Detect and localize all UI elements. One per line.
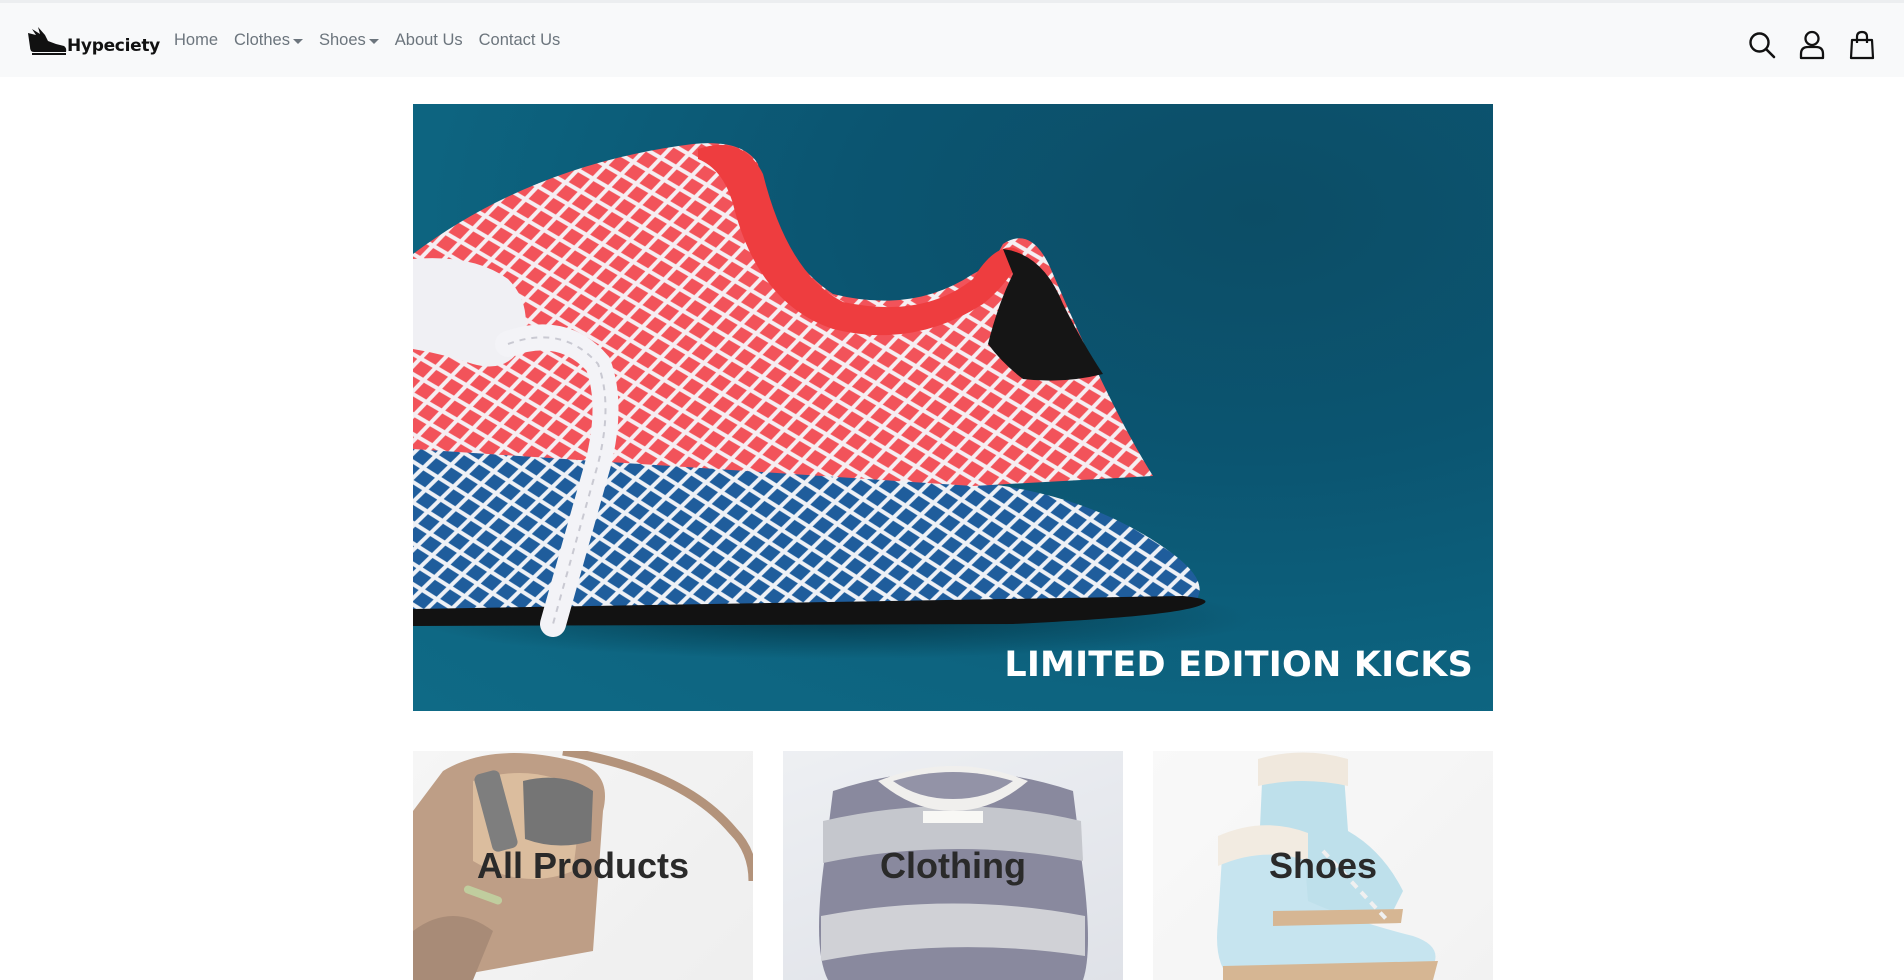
brand-name: Hypeciety bbox=[67, 36, 160, 56]
sneaker-image bbox=[413, 143, 1253, 659]
winged-shoe-icon bbox=[28, 27, 67, 55]
chevron-down-icon bbox=[292, 39, 303, 44]
category-label: Shoes bbox=[1268, 845, 1378, 886]
account-button[interactable] bbox=[1797, 29, 1827, 61]
category-clothing[interactable]: Clothing bbox=[783, 751, 1123, 980]
cart-button[interactable] bbox=[1847, 29, 1877, 61]
brand-home-link[interactable]: Hypeciety bbox=[26, 25, 160, 59]
nav-item-contact[interactable]: Contact Us bbox=[479, 31, 561, 50]
category-label: Clothing bbox=[880, 845, 1026, 886]
hero-banner[interactable]: LIMITED EDITION KICKS bbox=[413, 104, 1493, 711]
category-label: All Products bbox=[476, 845, 690, 886]
nav-item-label: About Us bbox=[394, 31, 463, 49]
chevron-down-icon bbox=[368, 39, 379, 44]
nav-item-label: Shoes bbox=[318, 31, 366, 49]
user-icon bbox=[1799, 30, 1825, 60]
nav-item-shoes[interactable]: Shoes bbox=[319, 31, 379, 50]
nav-item-label: Clothes bbox=[234, 31, 290, 49]
nav-item-home[interactable]: Home bbox=[174, 31, 218, 50]
nav-item-clothes[interactable]: Clothes bbox=[234, 31, 303, 50]
hero-caption: LIMITED EDITION KICKS bbox=[1004, 645, 1473, 685]
nav-item-about[interactable]: About Us bbox=[395, 31, 463, 50]
main-nav: Home Clothes Shoes About Us Contact Us bbox=[174, 31, 576, 50]
search-button[interactable] bbox=[1747, 29, 1777, 61]
top-navbar: Hypeciety Home Clothes Shoes About Us Co… bbox=[0, 0, 1904, 77]
category-all-products[interactable]: All Products bbox=[413, 751, 753, 980]
category-shoes[interactable]: Shoes bbox=[1153, 751, 1493, 980]
nav-item-label: Home bbox=[174, 31, 219, 49]
shopping-bag-icon bbox=[1849, 30, 1875, 60]
search-icon bbox=[1749, 32, 1776, 59]
nav-item-label: Contact Us bbox=[478, 31, 561, 49]
